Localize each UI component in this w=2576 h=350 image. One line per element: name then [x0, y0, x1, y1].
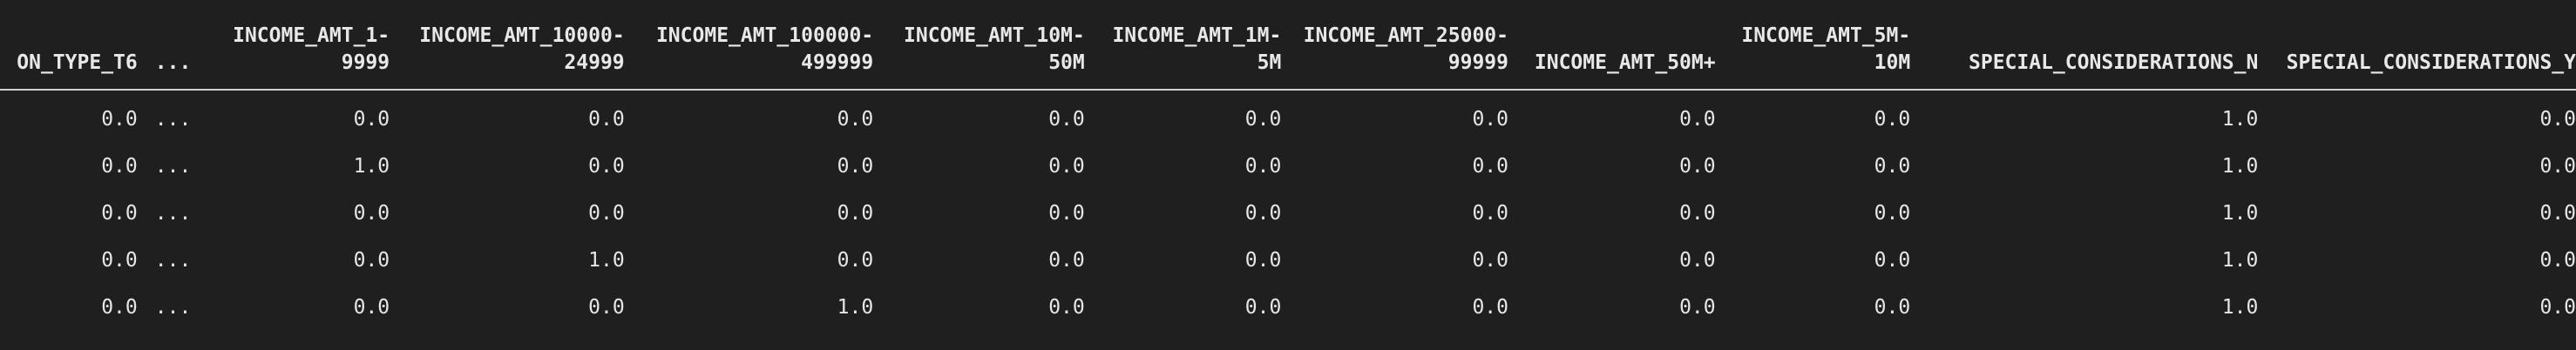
table-cell: 0.0 — [1472, 296, 1508, 319]
table-cell: 0.0 — [2539, 155, 2576, 178]
table-cell: 0.0 — [2539, 296, 2576, 319]
table-cell: 0.0 — [1244, 155, 1282, 178]
table-cell: 1.0 — [353, 155, 390, 178]
table-cell: 1.0 — [2221, 249, 2259, 272]
table-cell: 0.0 — [1472, 155, 1508, 178]
table-cell: 0.0 — [1679, 296, 1716, 319]
table-cell: 0.0 — [101, 249, 138, 272]
column-header: INCOME_AMT_50M+ — [1508, 23, 1716, 91]
table-cell: 0.0 — [353, 249, 390, 272]
column-header: INCOME_AMT_1M- 5M — [1084, 23, 1282, 91]
table-cell: 1.0 — [2221, 202, 2259, 225]
table-cell: 0.0 — [1048, 108, 1085, 131]
table-cell: 0.0 — [101, 108, 138, 131]
table-cell: 1.0 — [2221, 155, 2259, 178]
table-cell: 0.0 — [1874, 249, 1911, 272]
table-cell: 0.0 — [353, 202, 390, 225]
table-cell: 0.0 — [837, 108, 874, 131]
table-cell: 0.0 — [837, 155, 874, 178]
column-header: INCOME_AMT_10M- 50M — [873, 23, 1085, 91]
table-row: 0.0 ... 0.0 0.0 1.0 0.0 0.0 0.0 0.0 0.0 … — [0, 284, 2576, 331]
table-cell: 0.0 — [2539, 249, 2576, 272]
table-cell: 1.0 — [588, 249, 625, 272]
table-cell-ellipsis: ... — [154, 296, 192, 319]
table-row: 0.0 ... 0.0 1.0 0.0 0.0 0.0 0.0 0.0 0.0 … — [0, 237, 2576, 284]
table-cell: 0.0 — [1472, 249, 1508, 272]
table-cell: 0.0 — [588, 155, 625, 178]
table-cell-ellipsis: ... — [154, 155, 192, 178]
table-row: 0.0 ... 1.0 0.0 0.0 0.0 0.0 0.0 0.0 0.0 … — [0, 143, 2576, 190]
table-cell: 0.0 — [1679, 155, 1716, 178]
table-cell: 0.0 — [1874, 296, 1911, 319]
table-cell: 0.0 — [2539, 202, 2576, 225]
dataframe-table: ON_TYPE_T6 ... INCOME_AMT_1- 9999 INCOME… — [0, 23, 2576, 331]
table-cell: 0.0 — [1244, 296, 1282, 319]
table-cell: 1.0 — [2221, 296, 2259, 319]
table-cell-ellipsis: ... — [154, 202, 192, 225]
table-cell: 0.0 — [101, 155, 138, 178]
column-header: ON_TYPE_T6 — [0, 23, 138, 91]
table-cell: 0.0 — [588, 202, 625, 225]
table-cell: 0.0 — [837, 249, 874, 272]
table-cell: 0.0 — [1244, 202, 1282, 225]
header-row: ON_TYPE_T6 ... INCOME_AMT_1- 9999 INCOME… — [0, 23, 2576, 91]
table-row: 0.0 ... 0.0 0.0 0.0 0.0 0.0 0.0 0.0 0.0 … — [0, 190, 2576, 237]
table-cell: 0.0 — [1679, 202, 1716, 225]
table-cell: 0.0 — [1679, 249, 1716, 272]
table-cell: 0.0 — [837, 202, 874, 225]
table-cell: 0.0 — [588, 108, 625, 131]
column-header: SPECIAL_CONSIDERATIONS_Y — [2258, 23, 2576, 91]
column-header: SPECIAL_CONSIDERATIONS_N — [1910, 23, 2259, 91]
table-cell: 0.0 — [1874, 155, 1911, 178]
notebook-output-area: ON_TYPE_T6 ... INCOME_AMT_1- 9999 INCOME… — [0, 0, 2576, 350]
table-cell: 0.0 — [1048, 249, 1085, 272]
table-cell: 0.0 — [101, 296, 138, 319]
table-cell: 1.0 — [837, 296, 874, 319]
table-cell: 0.0 — [353, 296, 390, 319]
column-header: INCOME_AMT_1- 9999 — [200, 23, 390, 91]
table-cell: 0.0 — [1874, 202, 1911, 225]
table-cell: 0.0 — [1048, 296, 1085, 319]
table-cell: 0.0 — [588, 296, 625, 319]
column-header: INCOME_AMT_100000- 499999 — [624, 23, 874, 91]
table-cell: 0.0 — [353, 108, 390, 131]
table-cell: 0.0 — [1472, 108, 1508, 131]
column-header: INCOME_AMT_5M- 10M — [1715, 23, 1911, 91]
table-cell: 0.0 — [101, 202, 138, 225]
table-row: 0.0 ... 0.0 0.0 0.0 0.0 0.0 0.0 0.0 0.0 … — [0, 90, 2576, 143]
column-header-ellipsis: ... — [137, 23, 200, 91]
table-cell-ellipsis: ... — [154, 249, 192, 272]
table-cell-ellipsis: ... — [154, 108, 192, 131]
table-cell: 0.0 — [1472, 202, 1508, 225]
table-cell: 0.0 — [1874, 108, 1911, 131]
table-cell: 0.0 — [1244, 108, 1282, 131]
table-cell: 1.0 — [2221, 108, 2259, 131]
table-cell: 0.0 — [1048, 202, 1085, 225]
table-cell: 0.0 — [1244, 249, 1282, 272]
table-cell: 0.0 — [2539, 108, 2576, 131]
column-header: INCOME_AMT_25000- 99999 — [1281, 23, 1508, 91]
table-cell: 0.0 — [1679, 108, 1716, 131]
table-cell: 0.0 — [1048, 155, 1085, 178]
column-header: INCOME_AMT_10000- 24999 — [390, 23, 625, 91]
